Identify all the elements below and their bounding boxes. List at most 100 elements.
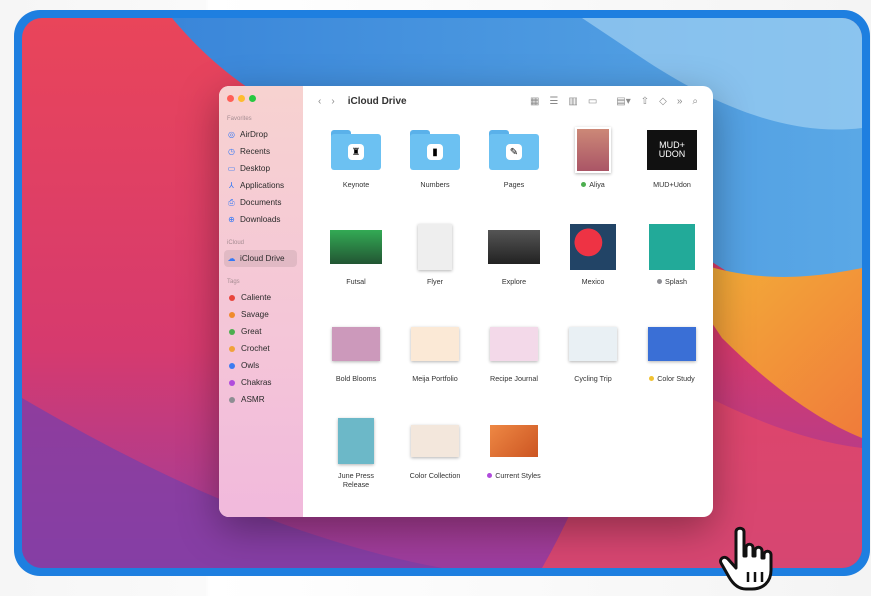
column-view-icon[interactable]: ▥ bbox=[568, 96, 577, 107]
sidebar-item-desktop[interactable]: ▭ Desktop bbox=[227, 160, 297, 177]
icon-view-icon[interactable]: ▦ bbox=[530, 96, 539, 107]
file-thumbnail bbox=[330, 320, 382, 368]
sidebar-item-documents[interactable]: ⎙ Documents bbox=[227, 194, 297, 211]
file-label-row: MUD+Udon bbox=[631, 180, 713, 189]
tag-icon[interactable]: ◇ bbox=[659, 96, 667, 107]
file-thumbnail bbox=[646, 223, 698, 271]
file-item-color-study[interactable]: Color Study bbox=[631, 320, 713, 383]
hand-cursor-icon bbox=[719, 526, 773, 591]
tag-item-savage[interactable]: Savage bbox=[227, 306, 297, 323]
close-button[interactable] bbox=[227, 95, 234, 102]
tag-item-crochet[interactable]: Crochet bbox=[227, 340, 297, 357]
file-thumbnail bbox=[567, 320, 619, 368]
file-thumbnail bbox=[646, 320, 698, 368]
tag-color-dot bbox=[229, 379, 235, 386]
thumbnail-image bbox=[490, 425, 538, 457]
sidebar-item-label: Downloads bbox=[240, 215, 281, 224]
file-label-row: Splash bbox=[631, 277, 713, 286]
sidebar-item-downloads[interactable]: ⊕ Downloads bbox=[227, 211, 297, 228]
file-item-mud-udon[interactable]: MUD+ UDON MUD+Udon bbox=[631, 126, 713, 189]
file-item-keynote[interactable]: ♜ Keynote bbox=[315, 126, 397, 189]
thumbnail-image bbox=[490, 327, 538, 361]
tag-label: Great bbox=[241, 327, 262, 336]
group-icon[interactable]: ▤▾ bbox=[616, 96, 630, 107]
file-name: Numbers bbox=[420, 180, 450, 189]
file-thumbnail bbox=[488, 223, 540, 271]
airdrop-icon: ◎ bbox=[228, 130, 235, 139]
numbers-icon: ▮ bbox=[427, 144, 443, 160]
file-item-recipe-journal[interactable]: Recipe Journal bbox=[473, 320, 555, 383]
file-item-color-collection[interactable]: Color Collection bbox=[394, 417, 476, 480]
file-label-row: Bold Blooms bbox=[315, 374, 397, 383]
zoom-button[interactable] bbox=[249, 95, 256, 102]
file-thumbnail bbox=[409, 320, 461, 368]
share-icon[interactable]: ⇧ bbox=[641, 96, 649, 107]
applications-icon: ⅄ bbox=[229, 181, 234, 190]
sidebar-item-icloud-drive[interactable]: ☁ iCloud Drive bbox=[224, 250, 297, 267]
sidebar-item-airdrop[interactable]: ◎ AirDrop bbox=[227, 126, 297, 143]
file-thumbnail bbox=[409, 223, 461, 271]
file-item-current-styles[interactable]: Current Styles bbox=[473, 417, 555, 480]
file-item-futsal[interactable]: Futsal bbox=[315, 223, 397, 286]
forward-icon[interactable]: › bbox=[331, 96, 334, 107]
desktop-wallpaper: Favorites ◎ AirDrop ◷ Recents ▭ Desktop ⅄ Appli… bbox=[22, 18, 862, 568]
file-item-splash[interactable]: Splash bbox=[631, 223, 713, 286]
tag-color-dot bbox=[229, 362, 235, 369]
sidebar: Favorites ◎ AirDrop ◷ Recents ▭ Desktop ⅄ Appli… bbox=[219, 86, 303, 517]
file-name: Recipe Journal bbox=[490, 374, 538, 383]
folder-icon: ▮ bbox=[409, 126, 461, 174]
tag-label: Savage bbox=[241, 310, 269, 319]
file-thumbnail bbox=[567, 223, 619, 271]
file-label-row: Cycling Trip bbox=[552, 374, 634, 383]
file-item-numbers[interactable]: ▮ Numbers bbox=[394, 126, 476, 189]
file-label-row: Mexico bbox=[552, 277, 634, 286]
file-thumbnail bbox=[409, 417, 461, 465]
tag-item-caliente[interactable]: Caliente bbox=[227, 289, 297, 306]
back-icon[interactable]: ‹ bbox=[318, 96, 321, 107]
file-item-explore[interactable]: Explore bbox=[473, 223, 555, 286]
gallery-view-icon[interactable]: ▭ bbox=[588, 96, 597, 107]
sidebar-item-label: iCloud Drive bbox=[240, 254, 285, 263]
tag-item-chakras[interactable]: Chakras bbox=[227, 374, 297, 391]
thumbnail-image bbox=[648, 327, 696, 361]
tag-item-great[interactable]: Great bbox=[227, 323, 297, 340]
file-thumbnail bbox=[488, 417, 540, 465]
file-name: Current Styles bbox=[495, 471, 541, 480]
file-label-row: Meija Portfolio bbox=[394, 374, 476, 383]
minimize-button[interactable] bbox=[238, 95, 245, 102]
file-label-row: Futsal bbox=[315, 277, 397, 286]
file-name: Cycling Trip bbox=[574, 374, 612, 383]
more-icon[interactable]: » bbox=[677, 96, 683, 107]
thumbnail-image bbox=[411, 327, 459, 361]
file-label-row: Explore bbox=[473, 277, 555, 286]
file-item-june-press-release[interactable]: June Press Release bbox=[315, 417, 397, 489]
tag-color-dot bbox=[581, 182, 587, 187]
file-label-row: Aliya bbox=[552, 180, 634, 189]
file-name: Color Study bbox=[657, 374, 695, 383]
file-thumbnail bbox=[330, 223, 382, 271]
sidebar-item-label: AirDrop bbox=[240, 130, 268, 139]
file-label-row: Recipe Journal bbox=[473, 374, 555, 383]
file-name: Explore bbox=[501, 277, 527, 286]
sidebar-item-recents[interactable]: ◷ Recents bbox=[227, 143, 297, 160]
icloud-heading: iCloud bbox=[227, 240, 245, 246]
file-item-bold-blooms[interactable]: Bold Blooms bbox=[315, 320, 397, 383]
file-thumbnail bbox=[330, 417, 382, 465]
file-item-mexico[interactable]: Mexico bbox=[552, 223, 634, 286]
tag-color-dot bbox=[487, 473, 493, 478]
tag-item-asmr[interactable]: ASMR bbox=[227, 391, 297, 408]
document-icon: ⎙ bbox=[228, 197, 235, 207]
tag-item-owls[interactable]: Owls bbox=[227, 357, 297, 374]
file-item-aliya[interactable]: Aliya bbox=[552, 126, 634, 189]
list-view-icon[interactable]: ☰ bbox=[549, 96, 558, 107]
sidebar-item-applications[interactable]: ⅄ Applications bbox=[227, 177, 297, 194]
thumbnail-image bbox=[332, 327, 380, 361]
search-icon[interactable]: ⌕ bbox=[692, 96, 698, 107]
tag-color-dot bbox=[229, 345, 235, 352]
file-item-pages[interactable]: ✎ Pages bbox=[473, 126, 555, 189]
keynote-icon: ♜ bbox=[348, 144, 364, 160]
file-item-cycling-trip[interactable]: Cycling Trip bbox=[552, 320, 634, 383]
file-item-flyer[interactable]: Flyer bbox=[394, 223, 476, 286]
finder-window: Favorites ◎ AirDrop ◷ Recents ▭ Desktop ⅄ Appli… bbox=[219, 86, 713, 517]
file-item-meija-portfolio[interactable]: Meija Portfolio bbox=[394, 320, 476, 383]
